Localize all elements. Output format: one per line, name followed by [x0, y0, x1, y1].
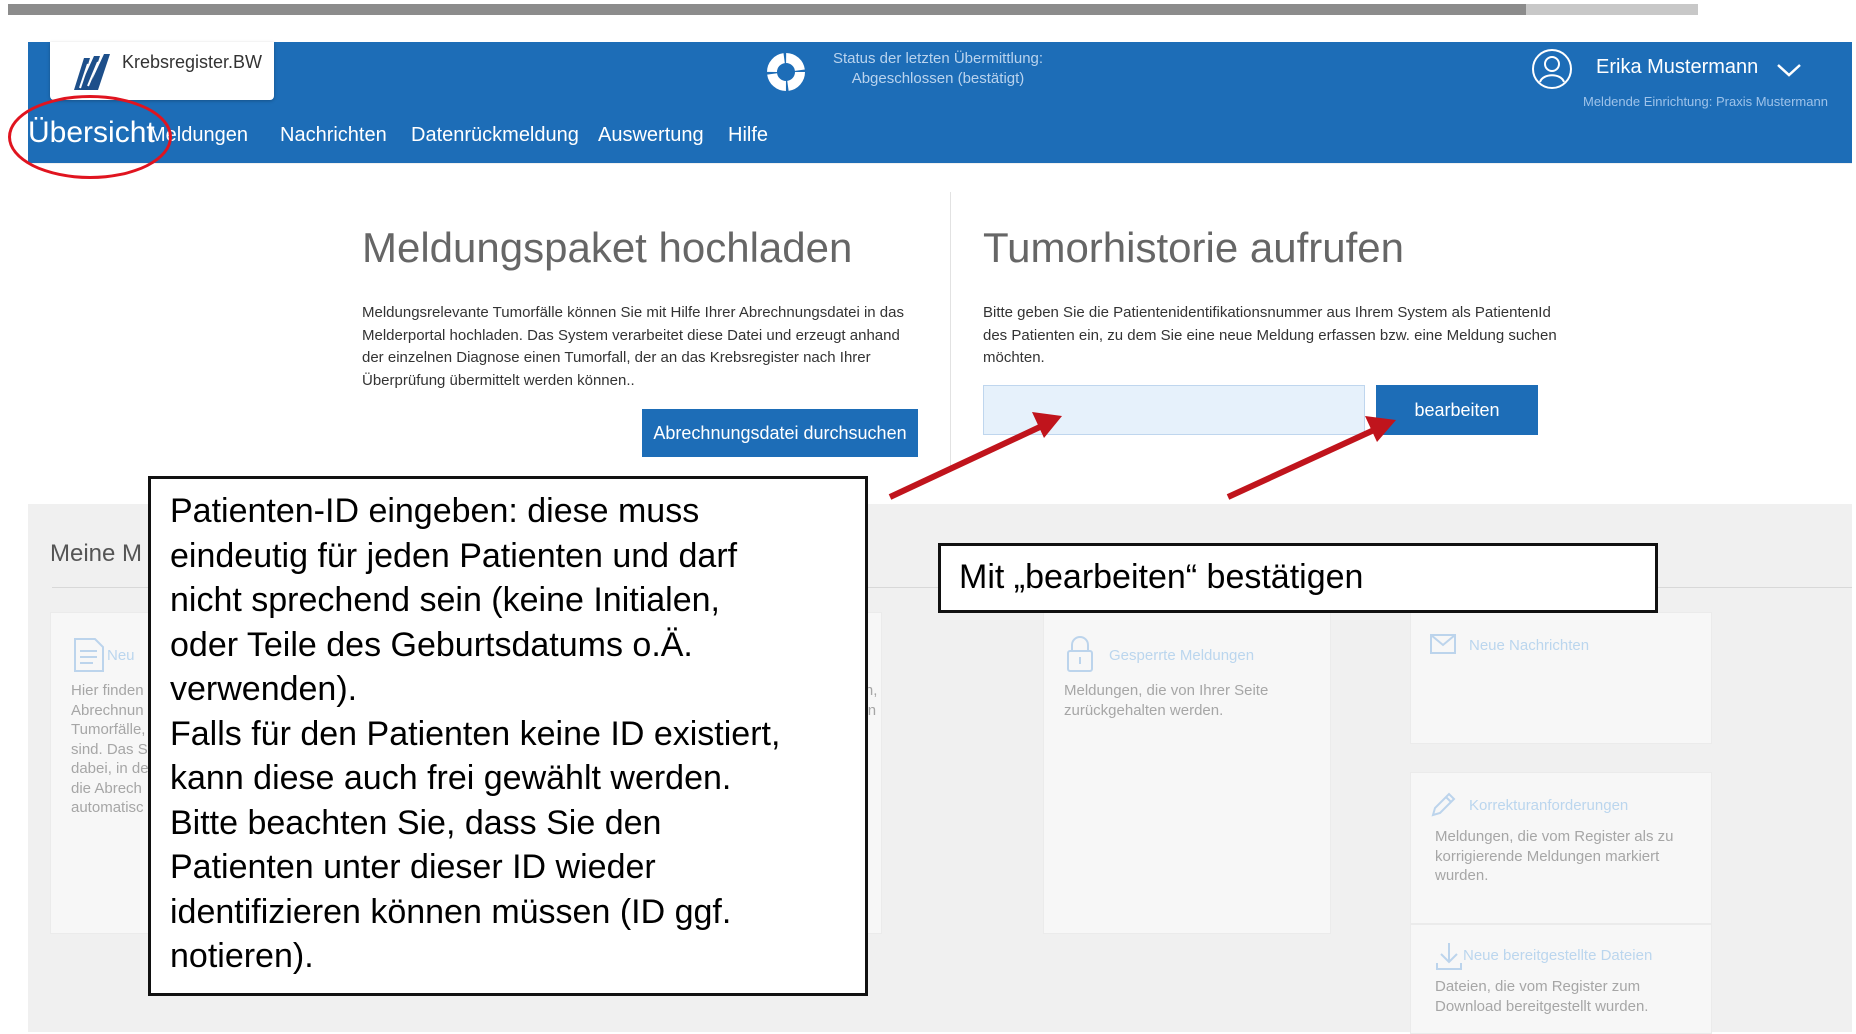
card-locked-reports[interactable]: Gesperrte Meldungen Meldungen, die von I…	[1043, 612, 1331, 934]
callout-line: Falls für den Patienten keine ID existie…	[170, 714, 781, 753]
card-locked-text: Meldungen, die von Ihrer Seite zurückgeh…	[1064, 682, 1269, 719]
upload-title: Meldungspaket hochladen	[362, 224, 853, 271]
lock-icon	[1067, 636, 1093, 672]
nav-auswertung[interactable]: Auswertung	[598, 124, 704, 147]
card-messages-title: Neue Nachrichten	[1469, 637, 1590, 654]
callout-confirm: Mit „bearbeiten“ bestätigen	[938, 543, 1658, 613]
highlight-oval	[8, 95, 172, 179]
panel-divider	[950, 192, 951, 472]
callout-patient-id: Patienten-ID eingeben: diese muss eindeu…	[148, 476, 868, 996]
status-spinner-icon	[767, 53, 805, 91]
callout-line: nicht sprechend sein (keine Initialen,	[170, 581, 720, 619]
callout-line: notieren).	[170, 937, 314, 975]
status-value: Abgeschlossen (bestätigt)	[851, 70, 1025, 87]
nav-datenrueckmeldung[interactable]: Datenrückmeldung	[411, 124, 579, 147]
main-nav: Übersicht Meldungen Nachrichten Datenrüc…	[28, 114, 1028, 162]
callout-line: Patienten-ID eingeben: diese muss	[170, 492, 700, 530]
history-description: Bitte geben Sie die Patientenidentifikat…	[983, 304, 1557, 366]
upload-description: Meldungsrelevante Tumorfälle können Sie …	[362, 304, 904, 389]
download-icon	[1436, 943, 1462, 970]
reporting-facility: Meldende Einrichtung: Praxis Mustermann	[1583, 94, 1828, 109]
user-avatar-icon[interactable]	[1531, 48, 1573, 90]
callout-line: Patienten unter dieser ID wieder	[170, 848, 656, 886]
callout-line: oder Teile des Geburtsdatums o.Ä.	[170, 625, 693, 664]
edit-button[interactable]: bearbeiten	[1376, 385, 1538, 435]
status-label: Status der letzten Übermittlung:	[832, 50, 1044, 67]
card-corrections-text: Meldungen, die vom Register als zu korri…	[1435, 828, 1674, 884]
card-locked-title: Gesperrte Meldungen	[1109, 647, 1255, 664]
header: Krebsregister.BW Status der letzten Über…	[28, 42, 1852, 163]
card-correction-requests[interactable]: Korrekturanforderungen Meldungen, die vo…	[1410, 772, 1712, 924]
card-files-text: Dateien, die vom Register zum Download b…	[1435, 978, 1649, 1015]
callout-line: verwenden).	[170, 670, 358, 708]
nav-nachrichten[interactable]: Nachrichten	[280, 124, 387, 147]
card-corrections-title: Korrekturanforderungen	[1469, 797, 1629, 814]
history-title: Tumorhistorie aufrufen	[983, 224, 1404, 271]
pencil-icon	[1431, 792, 1456, 817]
document-icon	[74, 638, 104, 672]
card-new-title: Neu	[107, 647, 135, 664]
callout-line: Bitte beachten Sie, dass Sie den	[170, 803, 662, 842]
brand-name: Krebsregister.BW	[122, 52, 263, 72]
brand-logo[interactable]: Krebsregister.BW	[50, 42, 274, 100]
user-name[interactable]: Erika Mustermann	[1596, 56, 1758, 79]
chevron-down-icon[interactable]	[1776, 62, 1802, 78]
card-files-title: Neue bereitgestellte Dateien	[1463, 947, 1653, 964]
browse-billing-file-button[interactable]: Abrechnungsdatei durchsuchen	[642, 409, 918, 457]
callout-line: kann diese auch frei gewählt werden.	[170, 759, 732, 797]
transmission-status: Status der letzten Übermittlung: Abgesch…	[766, 48, 1066, 98]
card-provided-files[interactable]: Neue bereitgestellte Dateien Dateien, di…	[1410, 924, 1712, 1034]
action-panel: Meldungspaket hochladen Meldungsrelevant…	[28, 164, 1852, 504]
nav-hilfe[interactable]: Hilfe	[728, 124, 768, 147]
card-new-messages[interactable]: Neue Nachrichten	[1410, 612, 1712, 744]
callout-line: identifizieren können müssen (ID ggf.	[170, 892, 732, 931]
envelope-icon	[1430, 634, 1456, 654]
krebsregister-logo-icon	[74, 54, 110, 90]
callout-line: eindeutig für jeden Patienten und darf	[170, 536, 738, 575]
patient-id-input[interactable]	[983, 385, 1365, 435]
section-title: Meine M	[50, 540, 143, 567]
top-progress-strip	[8, 4, 1698, 15]
